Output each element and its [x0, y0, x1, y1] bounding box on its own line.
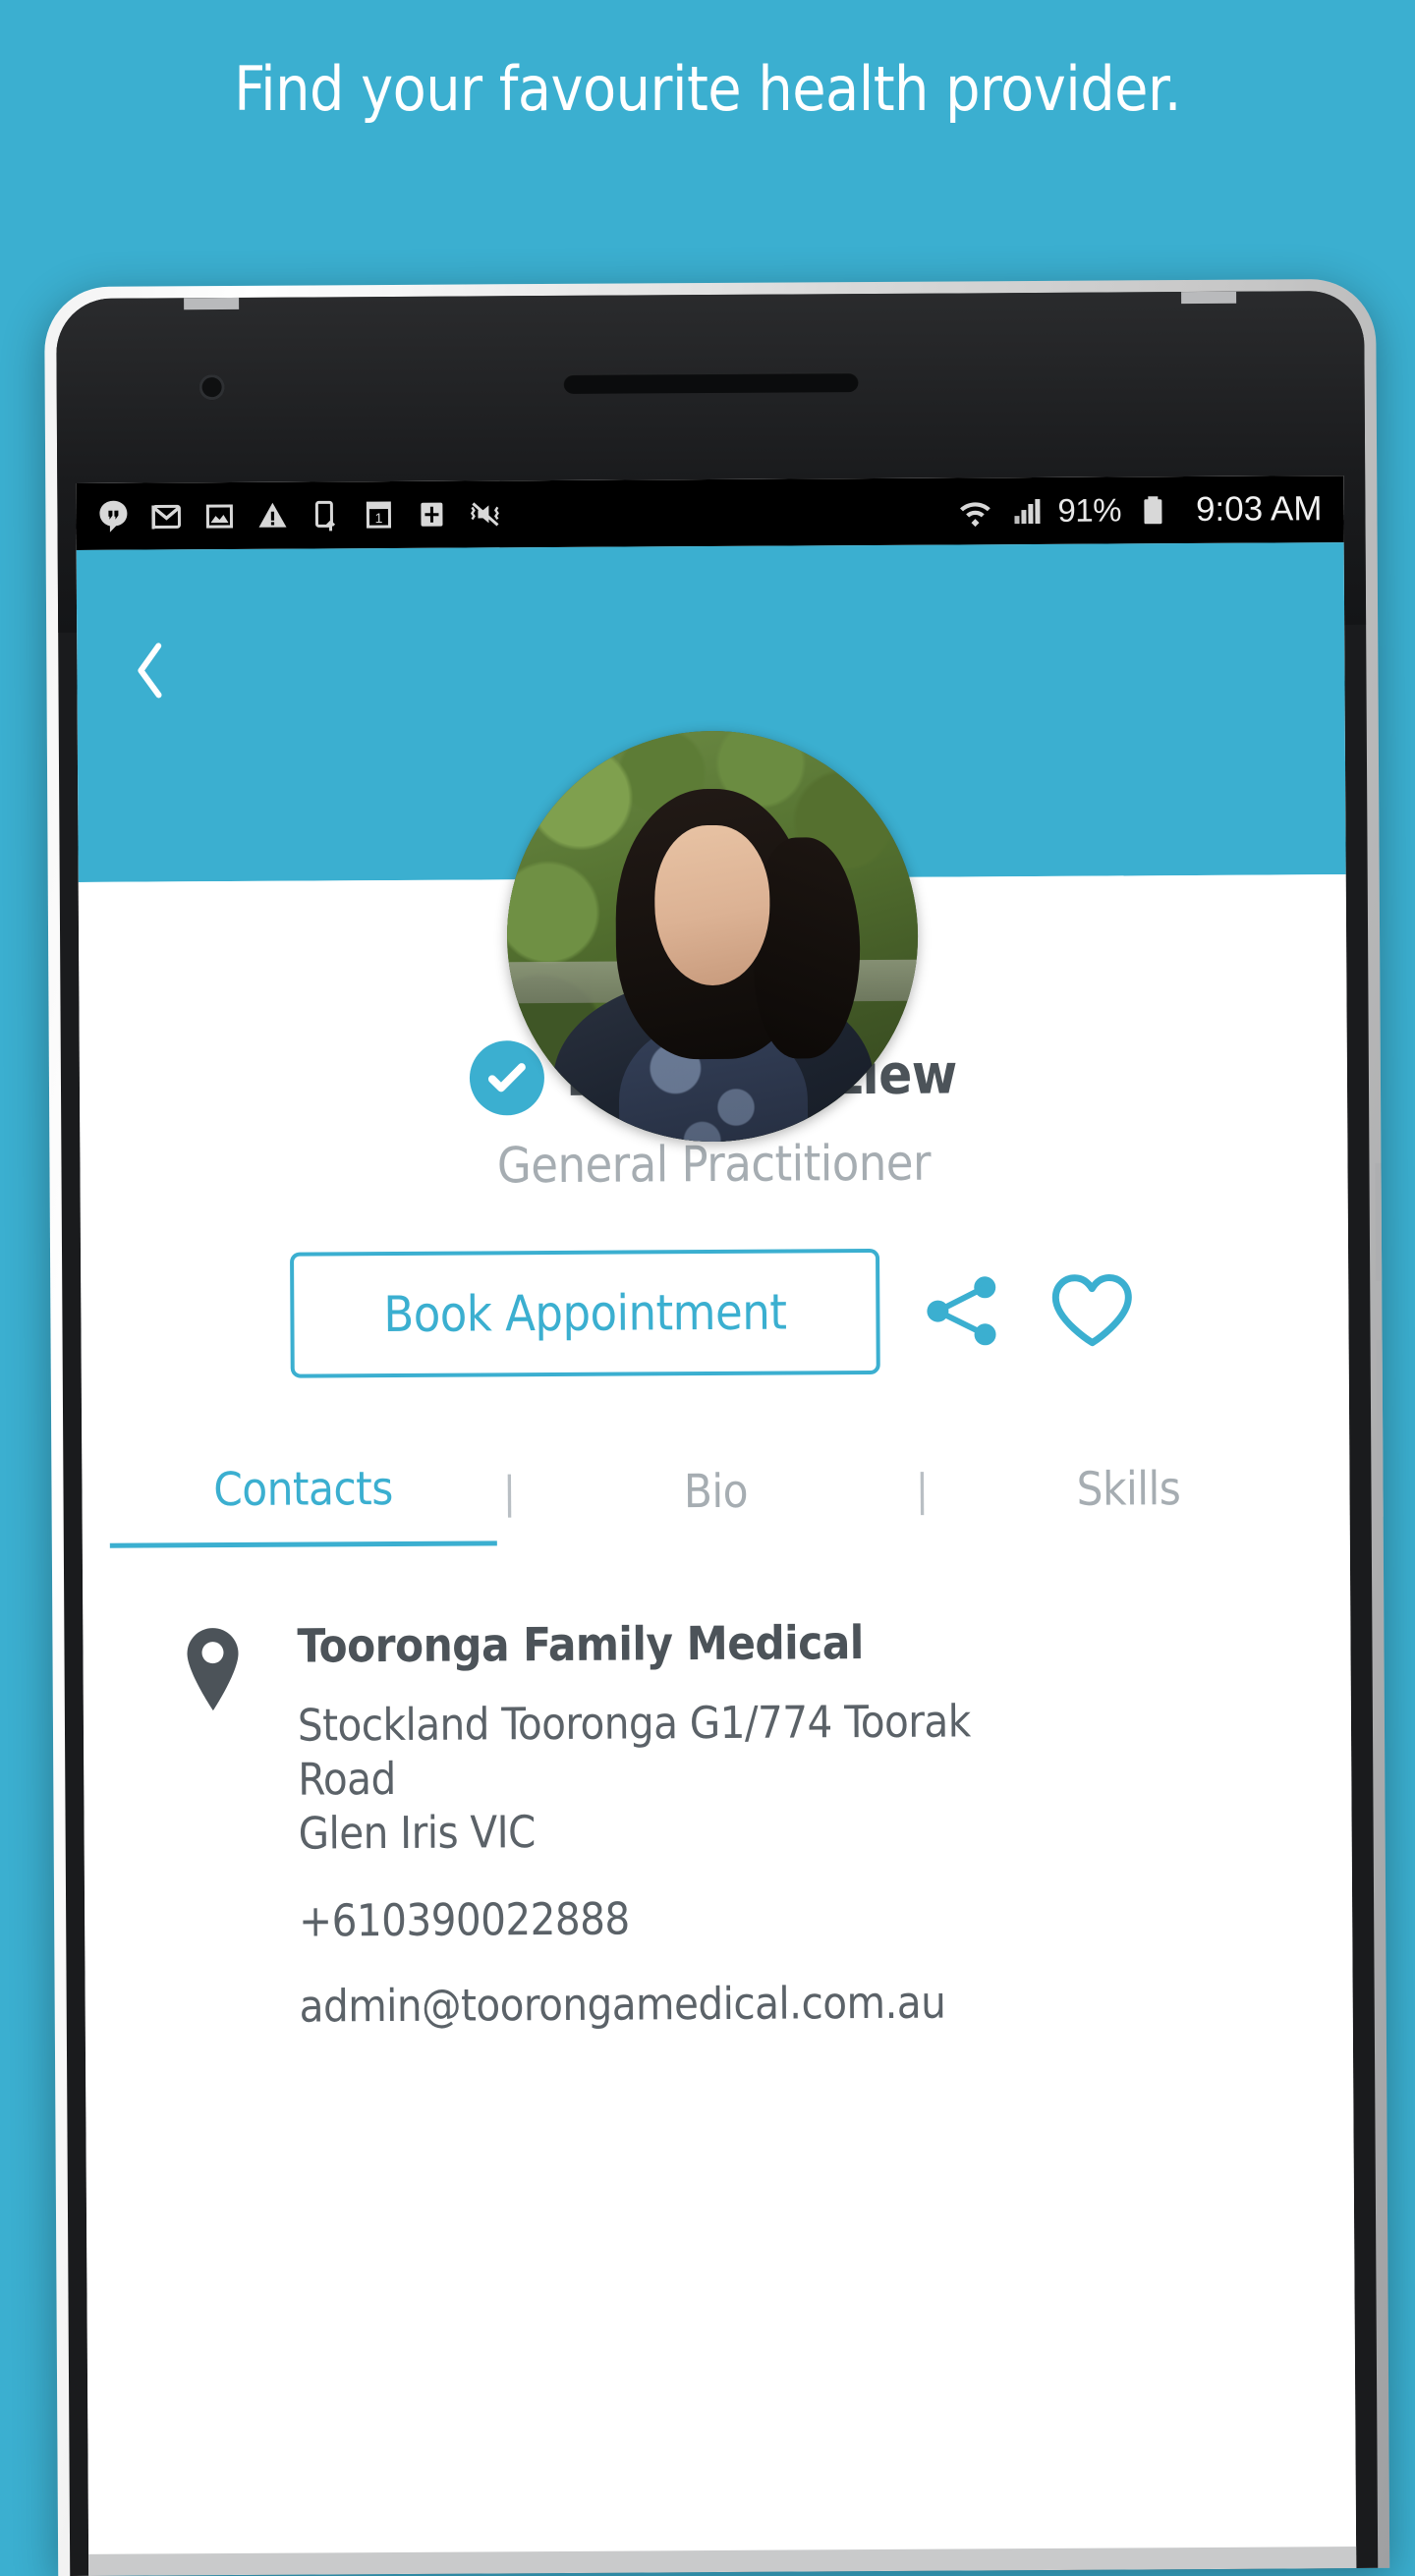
vibrate-mute-icon [465, 494, 504, 533]
antenna-line-right [1181, 291, 1237, 305]
phone-screen: 1 91% 9:03 AM General Practitioner Book … [76, 476, 1357, 2576]
profile-tabs: Contacts | Bio | Skills [82, 1432, 1350, 1548]
share-icon[interactable] [915, 1263, 1010, 1359]
front-camera [198, 374, 225, 401]
clinic-email[interactable]: admin@toorongamedical.com.au [300, 1974, 1296, 2032]
battery-percent: 91% [1057, 491, 1122, 529]
heart-icon[interactable] [1045, 1262, 1140, 1358]
wifi-icon [955, 491, 994, 531]
power-button[interactable] [1376, 1339, 1387, 1517]
signal-bars-icon [1006, 491, 1046, 531]
doctor-photo [505, 729, 920, 1144]
book-appointment-button[interactable]: Book Appointment [290, 1248, 880, 1378]
tab-separator-1: | [502, 1468, 517, 1519]
profile-actions: Book Appointment [81, 1246, 1349, 1379]
photo-face [653, 824, 770, 986]
calendar-icon: 1 [359, 495, 398, 534]
clinic-address-line2: Glen Iris VIC [298, 1805, 537, 1860]
contact-block: Tooronga Family Medical Stockland Tooron… [83, 1540, 1353, 2034]
svg-text:1: 1 [375, 510, 383, 526]
tab-separator-2: | [915, 1465, 930, 1516]
clinic-address-line1: Stockland Tooronga G1/774 Toorak Road [297, 1695, 971, 1806]
status-bar-system: 91% 9:03 AM [955, 489, 1323, 531]
battery-icon [1133, 490, 1172, 530]
warning-icon [253, 496, 292, 535]
cross-icon [412, 495, 451, 534]
back-arrow-icon[interactable] [124, 640, 179, 700]
antenna-line-left [184, 297, 240, 310]
status-bar-notifications: 1 [93, 491, 955, 535]
volume-button[interactable] [1375, 1162, 1387, 1281]
earpiece-speaker [563, 372, 859, 394]
photo-icon [199, 496, 239, 535]
contact-details: Tooronga Family Medical Stockland Tooron… [297, 1613, 1296, 2032]
promo-headline: Find your favourite health provider. [234, 52, 1181, 125]
avatar [505, 729, 920, 1144]
status-bar: 1 91% 9:03 AM [76, 476, 1344, 550]
gmail-icon [146, 496, 186, 535]
tab-skills[interactable]: Skills [934, 1461, 1322, 1542]
status-bar-clock: 9:03 AM [1195, 489, 1323, 529]
tab-contacts[interactable]: Contacts [109, 1461, 497, 1548]
hangouts-icon [93, 497, 133, 536]
clinic-phone[interactable]: +610390022888 [299, 1888, 1295, 1946]
location-pin-icon [181, 1620, 247, 2033]
phone-bezel: 1 91% 9:03 AM General Practitioner Book … [56, 290, 1379, 2576]
app-header [76, 542, 1346, 1144]
phone-device: 1 91% 9:03 AM General Practitioner Book … [44, 278, 1390, 2576]
clinic-name: Tooronga Family Medical [297, 1616, 864, 1674]
tab-bio[interactable]: Bio [522, 1464, 909, 1545]
phone-upload-icon [306, 495, 345, 534]
